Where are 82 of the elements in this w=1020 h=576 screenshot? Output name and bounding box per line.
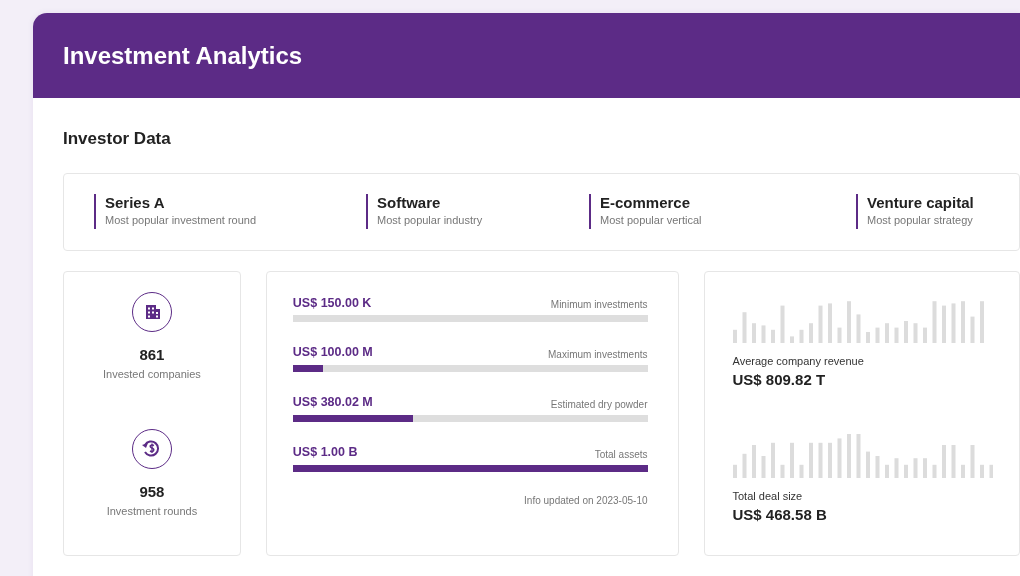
sparkline-bar bbox=[941, 305, 946, 343]
sparkline-bar bbox=[970, 444, 974, 478]
highlight-value: Venture capital bbox=[867, 194, 975, 213]
sparkline-bar bbox=[970, 316, 974, 343]
sparkline-bar bbox=[979, 300, 984, 343]
app-title: Investment Analytics bbox=[63, 40, 303, 71]
amount-value: US$ 150.00 K bbox=[292, 294, 372, 312]
sparkline-bar bbox=[989, 464, 993, 478]
sparkline-bar bbox=[789, 442, 794, 478]
sparkline-bar bbox=[808, 442, 813, 478]
sparkline-bar bbox=[732, 464, 737, 478]
sparkline-bar bbox=[856, 313, 860, 343]
sparkline-bar bbox=[903, 464, 908, 478]
sparkline-bar bbox=[865, 451, 870, 478]
highlight-label: Most popular industry bbox=[377, 213, 484, 229]
sparkline-bar bbox=[808, 322, 813, 343]
section-title: Investor Data bbox=[63, 128, 172, 150]
sparkline-bar bbox=[865, 331, 870, 343]
sparkline-bar bbox=[846, 300, 851, 343]
sparkline-bar bbox=[751, 444, 756, 478]
sparkline-bar bbox=[884, 322, 889, 343]
sparkline-bar bbox=[818, 442, 822, 478]
highlight-value: Series A bbox=[105, 194, 166, 213]
sparkline-bar bbox=[903, 320, 908, 343]
amount-label: Estimated dry powder bbox=[550, 397, 648, 412]
sparkline-bar bbox=[770, 329, 775, 343]
sparkline-bar bbox=[818, 305, 822, 343]
sparkline-bar bbox=[827, 302, 832, 343]
count-label: Investment rounds bbox=[106, 504, 198, 519]
metric-value: US$ 468.58 B bbox=[732, 505, 828, 525]
sparkline-bar bbox=[789, 335, 794, 343]
sparkline-bar bbox=[932, 300, 936, 343]
highlight-value: E-commerce bbox=[600, 194, 692, 213]
sparkline-bar bbox=[770, 442, 775, 478]
amount-label: Minimum investments bbox=[550, 298, 648, 313]
sparkline-bar bbox=[941, 444, 946, 478]
sparkline-bar bbox=[780, 305, 784, 343]
sparkline-bar bbox=[799, 329, 803, 343]
highlight-value: Software bbox=[377, 194, 442, 213]
sparkline-bar bbox=[932, 464, 936, 478]
metric-label: Average company revenue bbox=[732, 353, 865, 369]
count-value: 861 bbox=[139, 344, 165, 365]
sparkline-bar bbox=[951, 444, 955, 478]
sparkline-bar bbox=[732, 329, 737, 343]
sparkline-bar bbox=[913, 457, 917, 478]
sparkline-bar bbox=[894, 457, 898, 478]
sparkline-bar bbox=[922, 327, 927, 343]
sparkline-bar bbox=[856, 433, 860, 478]
sparkline-bar bbox=[742, 311, 746, 343]
amount-value: US$ 380.02 M bbox=[292, 394, 373, 411]
amount-value: US$ 100.00 M bbox=[292, 344, 373, 362]
count-label: Invested companies bbox=[103, 367, 201, 382]
sparkline-bar bbox=[875, 327, 879, 343]
highlight-label: Most popular vertical bbox=[600, 213, 703, 229]
sparkline-bar bbox=[837, 437, 841, 478]
sparkline-bar bbox=[960, 464, 965, 478]
sparkline-bar bbox=[979, 464, 984, 478]
update-note: Info updated on 2023-05-10 bbox=[523, 493, 648, 508]
metric-label: Total deal size bbox=[732, 488, 804, 504]
metric-value: US$ 809.82 T bbox=[732, 370, 827, 390]
sparkline-bar bbox=[761, 324, 765, 343]
sparkline-bar bbox=[761, 455, 765, 478]
highlight-label: Most popular strategy bbox=[867, 213, 974, 229]
sparkline-bar bbox=[875, 455, 879, 478]
sparkline-bar bbox=[846, 433, 851, 478]
sparkline-bar bbox=[884, 464, 889, 478]
sparkline-bar bbox=[751, 322, 756, 343]
count-value: 958 bbox=[139, 481, 165, 502]
sparkline-bar bbox=[894, 327, 898, 343]
amount-label: Total assets bbox=[594, 447, 648, 462]
sparkline-bar bbox=[922, 457, 927, 478]
sparkline-bar bbox=[780, 464, 784, 478]
sparkline-bar bbox=[837, 327, 841, 343]
highlight-label: Most popular investment round bbox=[105, 213, 258, 229]
sparkline-bar bbox=[742, 453, 746, 478]
sparkline-bar bbox=[960, 300, 965, 343]
amount-value: US$ 1.00 B bbox=[292, 443, 358, 461]
sparkline-bar bbox=[799, 464, 803, 478]
sparkline-bar bbox=[913, 322, 917, 343]
sparkline-bar bbox=[827, 442, 832, 478]
amount-label: Maximum investments bbox=[548, 348, 648, 362]
sparkline-bar bbox=[951, 302, 955, 343]
